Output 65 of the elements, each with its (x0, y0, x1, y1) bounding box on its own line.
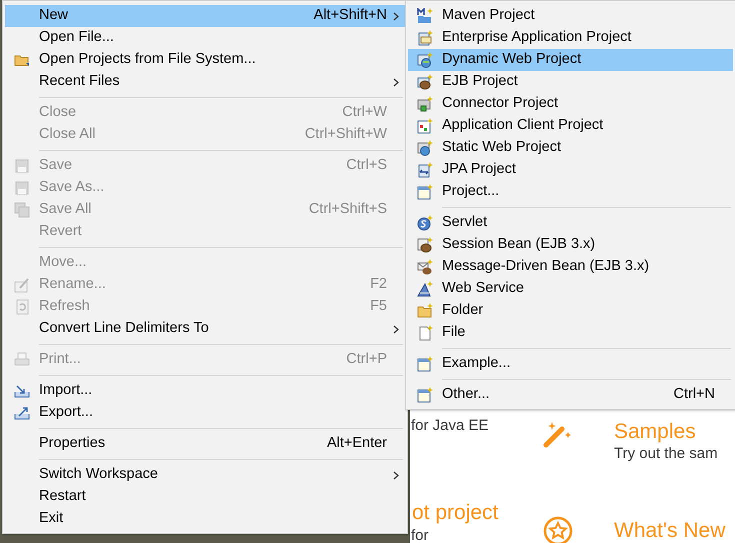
file-icon (417, 325, 433, 341)
star-icon (543, 516, 573, 543)
menu-item[interactable]: Exit (5, 508, 405, 530)
menu-item[interactable]: Message-Driven Bean (EJB 3.x) (408, 256, 733, 278)
shortcut-text: F5 (370, 297, 387, 316)
menu-item[interactable]: Export... (5, 402, 405, 424)
menu-item[interactable]: Project... (408, 181, 733, 203)
shortcut-text: Ctrl+Shift+S (308, 200, 387, 220)
menu-item[interactable]: Folder (408, 300, 733, 322)
menu-item[interactable]: File (408, 322, 733, 344)
client-window-icon (417, 118, 433, 134)
envelope-bean-icon (417, 259, 433, 275)
menu-item[interactable]: Enterprise Application Project (408, 27, 733, 49)
shortcut-text: F2 (370, 275, 387, 294)
description-text: for (411, 527, 429, 543)
menu-item[interactable]: Servlet (408, 212, 733, 234)
description-text: for Java EE (411, 417, 489, 435)
menu-item[interactable]: Session Bean (EJB 3.x) (408, 234, 733, 256)
menu-item[interactable]: Convert Line Delimiters To (5, 318, 405, 340)
folder-icon (417, 303, 433, 319)
maven-folder-icon (417, 8, 433, 24)
servlet-icon (417, 215, 433, 231)
stacked-window-icon (417, 30, 433, 46)
globe-window-icon (417, 52, 433, 68)
shortcut-text: Ctrl+W (342, 103, 387, 122)
new-window-icon (417, 387, 433, 403)
globe-icon (417, 140, 433, 156)
menu-item[interactable]: Recent Files (5, 71, 405, 93)
bean-icon (417, 74, 433, 90)
menu-item[interactable]: Open Projects from File System... (5, 49, 405, 71)
database-arrows-icon (417, 162, 433, 178)
menu-item[interactable]: EJB Project (408, 71, 733, 93)
shortcut-text: Alt+Enter (326, 434, 387, 454)
menu-item[interactable]: Static Web Project (408, 137, 733, 159)
shortcut-text: Ctrl+N (674, 385, 715, 404)
menu-item[interactable]: Restart (5, 486, 405, 508)
shortcut-text: Alt+Shift+N (314, 6, 387, 26)
shortcut-text: Ctrl+S (346, 156, 387, 176)
menu-item[interactable]: Application Client Project (408, 115, 733, 137)
menu-item[interactable]: New Alt+Shift+N (5, 5, 405, 27)
menu-item[interactable]: JPA Project (408, 159, 733, 181)
pencil-on-box-icon (14, 277, 30, 293)
bean-document-icon (417, 237, 433, 253)
shortcut-text: Ctrl+Shift+W (304, 125, 387, 144)
menu-item[interactable]: Switch Workspace (5, 464, 405, 486)
description-text: Try out the sam (614, 445, 718, 463)
menu-item[interactable]: Other... Ctrl+N (408, 384, 733, 406)
refresh-icon (14, 299, 30, 315)
menu-item[interactable]: Properties Alt+Enter (5, 433, 405, 455)
connector-icon (417, 96, 433, 112)
menu-item[interactable]: Web Service (408, 278, 733, 300)
shortcut-text: Ctrl+P (346, 350, 387, 370)
web-service-icon (417, 281, 433, 297)
tray-arrow-in-icon (14, 383, 30, 399)
menu-item[interactable]: Maven Project (408, 5, 733, 27)
tray-arrow-out-icon (14, 405, 30, 421)
menu-item[interactable]: Connector Project (408, 93, 733, 115)
new-window-icon (417, 184, 433, 200)
printer-icon (14, 352, 30, 368)
floppy-disks-icon (14, 202, 30, 218)
new-window-icon (417, 356, 433, 372)
menu-item[interactable]: Import... (5, 380, 405, 402)
menu-item[interactable]: Example... (408, 353, 733, 375)
menu-item[interactable]: Open File... (5, 27, 405, 49)
menu-item[interactable]: Dynamic Web Project (408, 49, 733, 71)
